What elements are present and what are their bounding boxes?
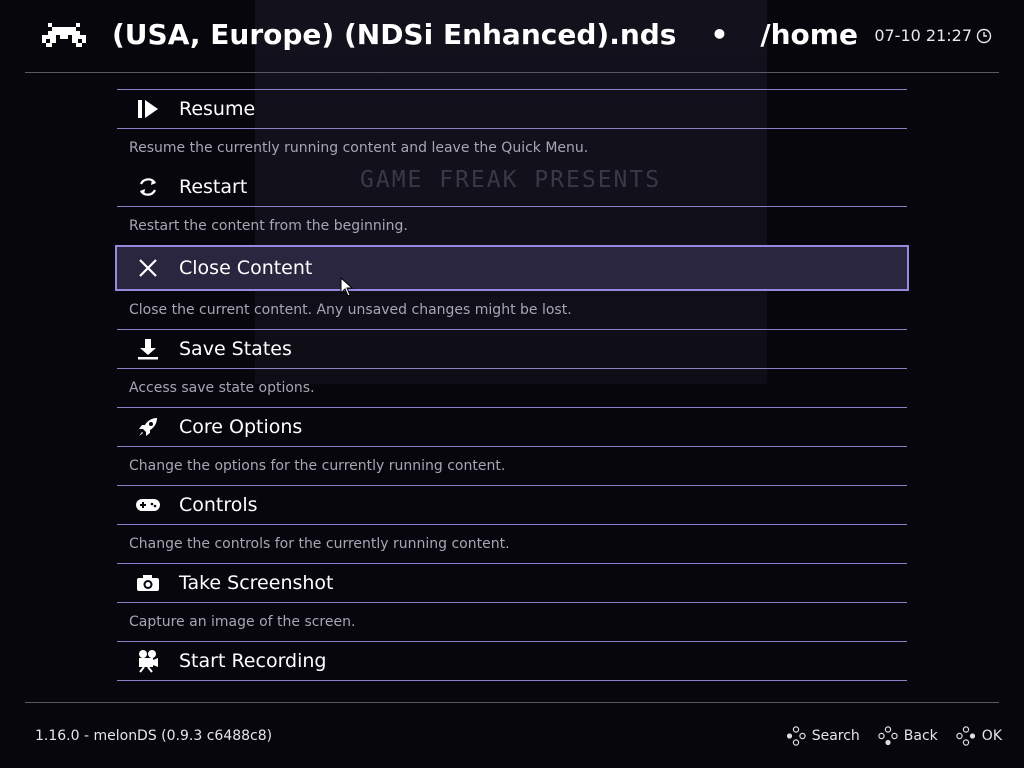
selected-item-highlight[interactable]: Close Content: [115, 245, 909, 291]
search-action[interactable]: Search: [786, 726, 860, 746]
resume-icon: [117, 89, 179, 129]
menu-item-close-content[interactable]: Close Content Close the current content.…: [115, 245, 909, 329]
menu-item-label: Start Recording: [179, 650, 327, 672]
clock-icon: [976, 28, 992, 43]
menu-item-take-screenshot[interactable]: Take Screenshot Capture an image of the …: [117, 563, 907, 641]
menu-item-start-recording[interactable]: Start Recording: [117, 641, 907, 681]
clock: 07-10 21:27: [874, 26, 992, 45]
menu-item-label: Core Options: [179, 416, 303, 438]
back-action[interactable]: Back: [878, 726, 938, 746]
menu-item-label: Take Screenshot: [179, 572, 334, 594]
menu-item-label: Close Content: [179, 257, 313, 279]
menu-item-restart[interactable]: Restart Restart the content from the beg…: [117, 167, 907, 245]
title-content-name: (USA, Europe) (NDSi Enhanced).nds: [112, 18, 677, 51]
gamepad-button-bottom-icon: [878, 726, 898, 746]
menu-item-description: Access save state options.: [129, 380, 315, 396]
clock-datetime: 07-10 21:27: [874, 26, 972, 45]
menu-item-resume[interactable]: Resume Resume the currently running cont…: [117, 89, 907, 167]
back-action-label: Back: [903, 728, 938, 744]
gamepad-button-left-icon: [786, 726, 806, 746]
close-icon: [117, 248, 179, 288]
page-title: (USA, Europe) (NDSi Enhanced).nds • /home: [112, 18, 858, 51]
menu-item-description: Capture an image of the screen.: [129, 614, 356, 630]
core-version-label: 1.16.0 - melonDS (0.9.3 c6488c8): [35, 728, 273, 744]
gamepad-icon: [117, 485, 179, 525]
restart-icon: [117, 167, 179, 207]
menu-item-label: Controls: [179, 494, 258, 516]
retroarch-logo-icon: [42, 23, 86, 47]
header-divider: [25, 72, 999, 73]
menu-item-description: Change the options for the currently run…: [129, 458, 506, 474]
title-separator: •: [710, 18, 729, 51]
menu-item-label: Resume: [179, 98, 256, 120]
menu-item-description: Restart the content from the beginning.: [129, 218, 408, 234]
download-icon: [117, 329, 179, 369]
mouse-cursor-icon: [340, 277, 354, 297]
footer-divider: [25, 702, 999, 703]
menu-item-description: Change the controls for the currently ru…: [129, 536, 510, 552]
gamepad-button-right-icon: [956, 726, 975, 746]
menu-item-save-states[interactable]: Save States Access save state options.: [117, 329, 907, 407]
search-action-label: Search: [811, 728, 860, 744]
menu-item-description: Resume the currently running content and…: [129, 140, 589, 156]
footer-actions: Search Back OK: [786, 726, 1002, 746]
menu-item-label: Restart: [179, 175, 248, 198]
camera-icon: [117, 563, 179, 603]
retroarch-quick-menu: GAME FREAK PRESENTS (USA, Europe) (NDSi …: [0, 0, 1024, 768]
menu-item-label: Save States: [179, 338, 292, 360]
quick-menu-list: Resume Resume the currently running cont…: [115, 89, 909, 681]
rocket-icon: [117, 407, 179, 447]
menu-item-controls[interactable]: Controls Change the controls for the cur…: [117, 485, 907, 563]
ok-action[interactable]: OK: [956, 726, 1002, 746]
video-camera-icon: [117, 641, 179, 681]
ok-action-label: OK: [981, 728, 1002, 744]
menu-item-description: Close the current content. Any unsaved c…: [129, 302, 572, 318]
menu-item-core-options[interactable]: Core Options Change the options for the …: [117, 407, 907, 485]
title-path: /home: [760, 18, 858, 51]
header: (USA, Europe) (NDSi Enhanced).nds •/home …: [0, 0, 1024, 72]
